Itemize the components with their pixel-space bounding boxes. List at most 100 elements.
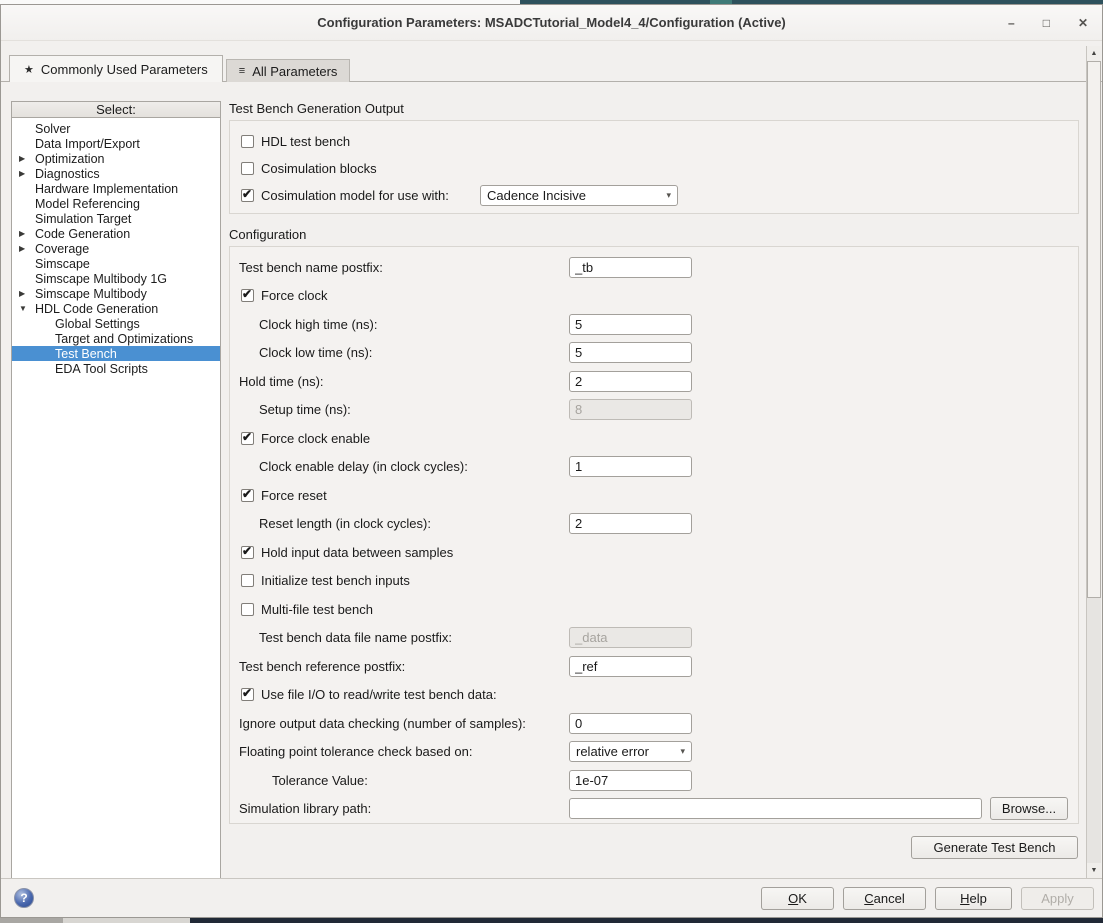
sidebar-item-hdl-code-generation[interactable]: ▼HDL Code Generation bbox=[12, 301, 220, 316]
chevron-right-icon[interactable]: ▶ bbox=[19, 289, 35, 298]
sidebar-item-solver[interactable]: Solver bbox=[12, 121, 220, 136]
field-label: Clock low time (ns): bbox=[259, 345, 372, 360]
mnemonic-letter: O bbox=[788, 891, 798, 906]
row-force-reset: ✔Force reset bbox=[230, 481, 1078, 510]
checkbox-use-file-i-o-to-read-write-test-bench-data[interactable]: ✔ bbox=[241, 688, 254, 701]
field-label: Clock high time (ns): bbox=[259, 317, 377, 332]
checkbox-label: Use file I/O to read/write test bench da… bbox=[261, 687, 497, 702]
chevron-down-icon[interactable]: ▼ bbox=[19, 304, 35, 313]
screen: Configuration Parameters: MSADCTutorial_… bbox=[0, 0, 1103, 923]
checkbox-initialize-test-bench-inputs[interactable] bbox=[241, 574, 254, 587]
sidebar-item-simscape[interactable]: Simscape bbox=[12, 256, 220, 271]
chevron-right-icon[interactable]: ▶ bbox=[19, 169, 35, 178]
chevron-right-icon[interactable]: ▶ bbox=[19, 229, 35, 238]
generate-test-bench-button[interactable]: Generate Test Bench bbox=[911, 836, 1078, 859]
sidebar-item-coverage[interactable]: ▶Coverage bbox=[12, 241, 220, 256]
checkbox-force-clock-enable[interactable]: ✔ bbox=[241, 432, 254, 445]
section-title-test-bench-generation-output: Test Bench Generation Output bbox=[229, 101, 1079, 117]
category-sidebar: Select: SolverData Import/Export▶Optimiz… bbox=[11, 101, 221, 881]
title-bar[interactable]: Configuration Parameters: MSADCTutorial_… bbox=[1, 5, 1102, 41]
row-use-file-i-o-to-read-write-test-bench-data: ✔ Use file I/O to read/write test bench d… bbox=[230, 681, 1078, 710]
row-test-bench-data-file-name-postfix: Test bench data file name postfix: bbox=[230, 624, 1078, 653]
sidebar-item-global-settings[interactable]: Global Settings bbox=[12, 316, 220, 331]
checkbox-cosimulation-blocks[interactable] bbox=[241, 162, 254, 175]
scroll-down-icon[interactable]: ▼ bbox=[1087, 863, 1101, 878]
input-hold-time-ns[interactable] bbox=[569, 371, 692, 392]
sidebar-item-simulation-target[interactable]: Simulation Target bbox=[12, 211, 220, 226]
scrollbar-thumb[interactable] bbox=[1087, 61, 1101, 598]
sidebar-item-optimization[interactable]: ▶Optimization bbox=[12, 151, 220, 166]
input-ignore-output-data-checking-number-of-samples[interactable] bbox=[569, 713, 692, 734]
sidebar-item-model-referencing[interactable]: Model Referencing bbox=[12, 196, 220, 211]
maximize-icon[interactable]: □ bbox=[1043, 17, 1050, 29]
sidebar-item-test-bench[interactable]: Test Bench bbox=[12, 346, 220, 361]
help-icon[interactable]: ? bbox=[14, 888, 34, 908]
checkbox-label: HDL test bench bbox=[261, 134, 350, 149]
vertical-scrollbar[interactable]: ▲ ▼ bbox=[1086, 46, 1101, 878]
input-clock-high-time-ns[interactable] bbox=[569, 314, 692, 335]
input-test-bench-reference-postfix[interactable] bbox=[569, 656, 692, 677]
checkbox-force-reset[interactable]: ✔ bbox=[241, 489, 254, 502]
row-test-bench-reference-postfix: Test bench reference postfix: bbox=[230, 652, 1078, 681]
ok-button[interactable]: OK bbox=[761, 887, 834, 910]
sidebar-item-label: EDA Tool Scripts bbox=[55, 362, 148, 376]
checkbox-multi-file-test-bench[interactable] bbox=[241, 603, 254, 616]
browse-button[interactable]: Browse... bbox=[990, 797, 1068, 820]
sidebar-item-simscape-multibody[interactable]: ▶Simscape Multibody bbox=[12, 286, 220, 301]
input-clock-enable-delay-in-clock-cycles[interactable] bbox=[569, 456, 692, 477]
row-tolerance-value: Tolerance Value: bbox=[230, 766, 1078, 795]
checkbox-hold-input-data-between-samples[interactable]: ✔ bbox=[241, 546, 254, 559]
section-title-configuration: Configuration bbox=[229, 227, 1079, 243]
minimize-icon[interactable]: – bbox=[1008, 17, 1015, 29]
dropdown-cosimulation-model-for-use-with[interactable]: Cadence Incisive▾ bbox=[480, 185, 678, 206]
checkbox-label: Force clock enable bbox=[261, 431, 370, 446]
row-clock-enable-delay-in-clock-cycles: Clock enable delay (in clock cycles): bbox=[230, 453, 1078, 482]
input-tolerance-value[interactable] bbox=[569, 770, 692, 791]
sidebar-item-label: Coverage bbox=[35, 242, 89, 256]
input-simulation-library-path[interactable] bbox=[569, 798, 982, 819]
row-hold-time-ns: Hold time (ns): bbox=[230, 367, 1078, 396]
cancel-button[interactable]: Cancel bbox=[843, 887, 926, 910]
sidebar-item-hardware-implementation[interactable]: Hardware Implementation bbox=[12, 181, 220, 196]
sidebar-item-label: Solver bbox=[35, 122, 70, 136]
dropdown-floating-point-tolerance-check-based-on[interactable]: relative error▾ bbox=[569, 741, 692, 762]
input-reset-length-in-clock-cycles[interactable] bbox=[569, 513, 692, 534]
configuration-parameters-dialog: Configuration Parameters: MSADCTutorial_… bbox=[0, 4, 1103, 918]
input-test-bench-name-postfix[interactable] bbox=[569, 257, 692, 278]
help-button[interactable]: Help bbox=[935, 887, 1012, 910]
footer-buttons: OK Cancel Help Apply bbox=[761, 887, 1094, 910]
tab-all-parameters[interactable]: ≡ All Parameters bbox=[226, 59, 351, 82]
generate-row: Generate Test Bench bbox=[229, 836, 1079, 859]
close-icon[interactable]: ✕ bbox=[1078, 17, 1088, 29]
scroll-up-icon[interactable]: ▲ bbox=[1087, 46, 1101, 61]
chevron-right-icon[interactable]: ▶ bbox=[19, 154, 35, 163]
chevron-right-icon[interactable]: ▶ bbox=[19, 244, 35, 253]
category-tree: SolverData Import/Export▶Optimization▶Di… bbox=[11, 118, 221, 881]
sidebar-item-label: Target and Optimizations bbox=[55, 332, 193, 346]
row-initialize-test-bench-inputs: Initialize test bench inputs bbox=[230, 567, 1078, 596]
apply-button: Apply bbox=[1021, 887, 1094, 910]
tab-commonly-used-parameters[interactable]: ★ Commonly Used Parameters bbox=[9, 55, 223, 82]
sidebar-item-target-and-optimizations[interactable]: Target and Optimizations bbox=[12, 331, 220, 346]
field-label: Tolerance Value: bbox=[272, 773, 368, 788]
checkbox-hdl-test-bench[interactable] bbox=[241, 135, 254, 148]
sidebar-item-simscape-multibody-1g[interactable]: Simscape Multibody 1G bbox=[12, 271, 220, 286]
row-simulation-library-path: Simulation library path:Browse... bbox=[230, 795, 1078, 824]
sidebar-item-data-import-export[interactable]: Data Import/Export bbox=[12, 136, 220, 151]
checkbox-label: Initialize test bench inputs bbox=[261, 573, 410, 588]
sidebar-item-label: Diagnostics bbox=[35, 167, 100, 181]
sidebar-item-label: Optimization bbox=[35, 152, 104, 166]
sidebar-item-eda-tool-scripts[interactable]: EDA Tool Scripts bbox=[12, 361, 220, 376]
checkbox-force-clock[interactable]: ✔ bbox=[241, 289, 254, 302]
row-clock-low-time-ns: Clock low time (ns): bbox=[230, 339, 1078, 368]
tab-bar: ★ Commonly Used Parameters ≡ All Paramet… bbox=[9, 55, 350, 82]
checkbox-cosimulation-model-for-use-with[interactable]: ✔ bbox=[241, 189, 254, 202]
select-header: Select: bbox=[11, 101, 221, 118]
checkmark-icon: ✔ bbox=[242, 686, 252, 700]
input-clock-low-time-ns[interactable] bbox=[569, 342, 692, 363]
sidebar-item-label: Code Generation bbox=[35, 227, 130, 241]
sidebar-item-label: Test Bench bbox=[55, 347, 117, 361]
sidebar-item-diagnostics[interactable]: ▶Diagnostics bbox=[12, 166, 220, 181]
field-label: Hold time (ns): bbox=[239, 374, 324, 389]
sidebar-item-code-generation[interactable]: ▶Code Generation bbox=[12, 226, 220, 241]
